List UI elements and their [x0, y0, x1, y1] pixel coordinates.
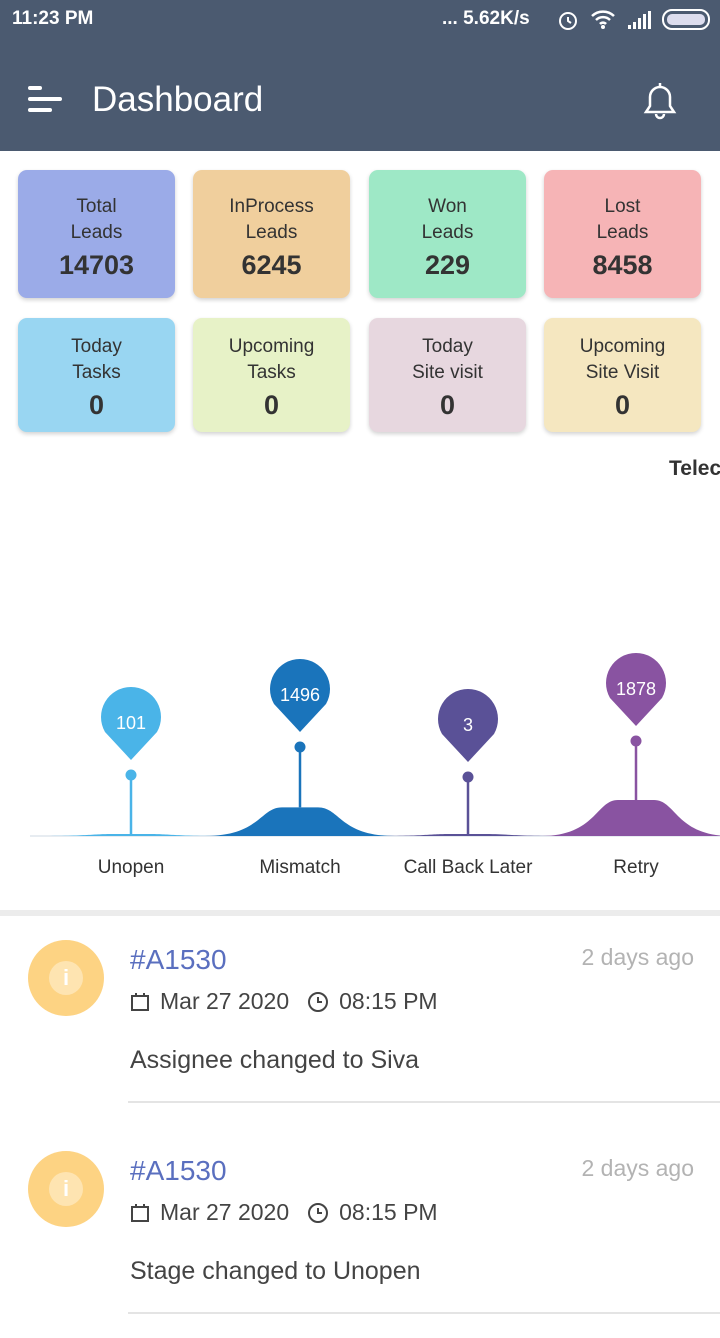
- status-time: 11:23 PM: [12, 8, 94, 29]
- relative-time: 2 days ago: [581, 1155, 694, 1181]
- relative-time: 2 days ago: [581, 944, 694, 970]
- wifi-icon: [591, 10, 615, 29]
- card-label: Lost: [604, 196, 641, 217]
- app-header: 11:23 PM ... 5.62K/s Dashboard: [0, 0, 720, 151]
- card-label: Tasks: [247, 362, 296, 383]
- stat-card[interactable]: InProcess Leads 6245: [193, 170, 350, 298]
- activity-date: Mar 27 2020: [160, 988, 290, 1014]
- card-label: Site visit: [412, 362, 483, 383]
- activity-time: 08:15 PM: [339, 1199, 438, 1225]
- page-title: Dashboard: [92, 80, 264, 119]
- card-label: Leads: [421, 222, 474, 243]
- card-value: 229: [424, 250, 471, 280]
- pin-dot: [294, 741, 306, 753]
- stat-card[interactable]: Today Tasks 0: [18, 318, 175, 432]
- category-label: Mismatch: [259, 857, 341, 878]
- category-label: Retry: [613, 857, 659, 878]
- card-value: 0: [88, 390, 105, 420]
- item-divider: [128, 1101, 720, 1103]
- card-label: Leads: [245, 222, 298, 243]
- category-label: Unopen: [97, 857, 165, 878]
- card-label: Leads: [70, 222, 123, 243]
- mountain-1: [205, 807, 395, 836]
- info-icon: i: [28, 940, 104, 1016]
- stat-card[interactable]: Won Leads 229: [369, 170, 526, 298]
- mountain-3: [541, 800, 720, 836]
- card-label: Upcoming: [228, 336, 315, 357]
- chart-heading: Telec: [669, 457, 720, 480]
- card-label: Today: [71, 336, 122, 357]
- data-label: 101: [116, 713, 146, 733]
- calendar-icon: [131, 1203, 149, 1222]
- lead-id-link[interactable]: #A1530: [130, 1155, 227, 1187]
- card-value: 14703: [58, 250, 135, 280]
- stat-card[interactable]: Today Site visit 0: [369, 318, 526, 432]
- card-label: Today: [422, 336, 473, 357]
- alarm-icon: [559, 12, 577, 30]
- card-label: Upcoming: [579, 336, 666, 357]
- category-label: Call Back Later: [403, 857, 533, 878]
- card-label: InProcess: [229, 196, 314, 217]
- calendar-icon: [131, 992, 149, 1011]
- signal-icon: [628, 11, 651, 29]
- card-value: 8458: [592, 250, 653, 280]
- stat-card[interactable]: Upcoming Tasks 0: [193, 318, 350, 432]
- info-icon: i: [28, 1151, 104, 1227]
- activity-time: 08:15 PM: [339, 988, 438, 1014]
- pin-dot: [462, 771, 474, 783]
- notification-bell-icon[interactable]: [638, 78, 682, 122]
- card-label: Total: [76, 196, 117, 217]
- lead-stage-chart: 101 1496 3 1878: [30, 653, 720, 837]
- card-value: 0: [263, 390, 280, 420]
- clock-icon: [308, 991, 329, 1012]
- network-speed: ... 5.62K/s: [442, 8, 530, 29]
- card-value: 0: [439, 390, 456, 420]
- stat-card[interactable]: Total Leads 14703: [18, 170, 175, 298]
- pin-dot: [630, 735, 642, 747]
- card-value: 0: [614, 390, 631, 420]
- activity-item[interactable]: i #A1530 2 days ago Mar 27 2020 08:15 PM…: [0, 1127, 720, 1338]
- activity-message: Assignee changed to Siva: [130, 1046, 420, 1074]
- activity-date: Mar 27 2020: [160, 1199, 290, 1225]
- lead-id-link[interactable]: #A1530: [130, 944, 227, 976]
- stat-card[interactable]: Upcoming Site Visit 0: [544, 318, 701, 432]
- card-label: Won: [428, 196, 467, 217]
- data-label: 1496: [280, 685, 320, 705]
- battery-icon: [662, 9, 710, 30]
- activity-message: Stage changed to Unopen: [130, 1257, 421, 1285]
- data-label: 1878: [616, 679, 656, 699]
- pin-dot: [125, 769, 137, 781]
- card-value: 6245: [241, 250, 302, 280]
- data-label: 3: [463, 715, 473, 735]
- card-label: Tasks: [72, 362, 121, 383]
- card-label: Leads: [596, 222, 649, 243]
- stat-card[interactable]: Lost Leads 8458: [544, 170, 701, 298]
- menu-icon[interactable]: [28, 86, 64, 116]
- item-divider: [128, 1312, 720, 1314]
- card-label: Site Visit: [585, 362, 660, 383]
- activity-item[interactable]: i #A1530 2 days ago Mar 27 2020 08:15 PM…: [0, 916, 720, 1127]
- clock-icon: [308, 1202, 329, 1223]
